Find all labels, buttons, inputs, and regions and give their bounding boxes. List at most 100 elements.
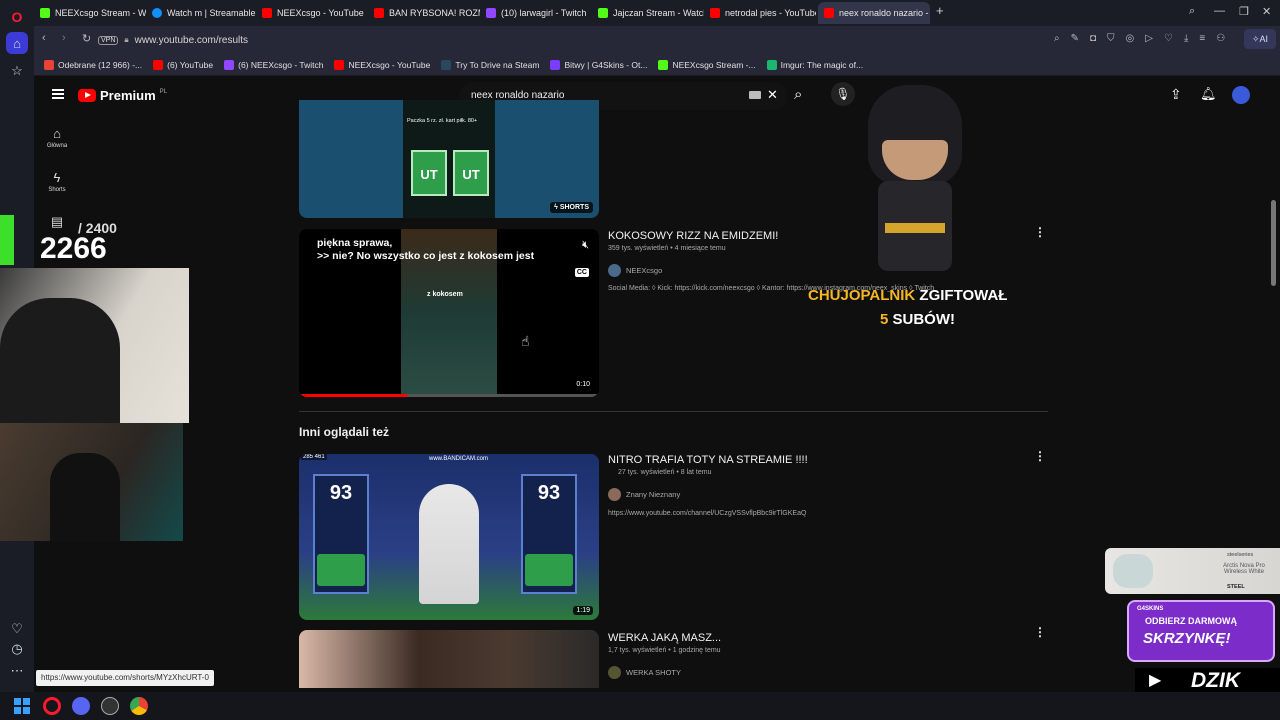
kick-icon [598, 8, 608, 18]
batman-belt [885, 223, 945, 233]
bookmark-steam[interactable]: Try To Drive na Steam [441, 59, 539, 70]
sub-goal-widget: / 2400 2266 [40, 220, 117, 265]
bookmark-kick[interactable]: NEEXcsgo Stream -... [658, 59, 756, 70]
player-figure [419, 484, 479, 604]
profile-icon[interactable]: ⚇ [1216, 33, 1225, 44]
boar-icon: ▶ [1149, 672, 1162, 689]
windows-taskbar [0, 692, 1280, 720]
minimize-icon[interactable]: — [1214, 5, 1225, 17]
bookmark-imgur[interactable]: Imgur: The magic of... [766, 59, 863, 70]
tab-1[interactable]: NEEXcsgo Stream - Watch [34, 2, 146, 24]
video2-thumbnail[interactable]: 285 461 www.BANDICAM.com 93 93 1:19 [299, 454, 599, 620]
bookmark-youtube[interactable]: (6) YouTube [153, 59, 213, 70]
hamburger-menu-icon[interactable] [52, 89, 64, 99]
shorts-thumbnail[interactable]: Paczka 5 rz. zł. kart piłk. 80+ UT UT ϟ … [299, 100, 599, 218]
tab-7[interactable]: netrodal pies - YouTube [704, 2, 816, 24]
bookmark-neex-youtube[interactable]: NEEXcsgo - YouTube [334, 59, 430, 70]
vpn-badge[interactable]: VPN [98, 35, 119, 45]
video2-title[interactable]: NITRO TRAFIA TOTY NA STREAMIE !!!! [608, 454, 808, 466]
tab-5[interactable]: (10) larwagirl - Twitch [480, 2, 592, 24]
rail-home[interactable]: ⌂ Główna [34, 126, 80, 149]
tab-8-active[interactable]: neex ronaldo nazario - Yo [818, 2, 930, 24]
headset-image [1113, 554, 1153, 588]
bookmark-twitch[interactable]: (6) NEEXcsgo - Twitch [224, 59, 323, 70]
edit-icon[interactable]: ✎ [1071, 33, 1079, 44]
captions-icon[interactable]: CC [574, 268, 589, 277]
video3-more-icon[interactable]: ⋮ [1034, 626, 1046, 638]
extension-icon[interactable]: ◎ [1126, 33, 1135, 44]
video1-channel[interactable]: NEEXcsgo [608, 264, 662, 277]
video2-meta: 27 tys. wyświetleń • 8 lat temu [618, 469, 712, 476]
windows-start-icon[interactable] [14, 698, 30, 714]
home-icon: ⌂ [53, 126, 61, 141]
webcam-bottom [0, 423, 183, 541]
reload-icon[interactable]: ↻ [82, 32, 91, 45]
ut-card-left: UT [411, 150, 447, 196]
chrome-taskbar-icon[interactable] [130, 697, 148, 715]
gift-alert: CHUJOPALNIK ZGIFTOWAŁ [808, 287, 1008, 304]
page-scrollbar-thumb[interactable] [1271, 200, 1276, 286]
imgur-icon [766, 59, 777, 70]
opera-taskbar-icon[interactable] [43, 697, 61, 715]
restore-icon[interactable]: ❐ [1239, 5, 1249, 18]
more-icon[interactable]: ⋯ [6, 660, 28, 682]
bookmark-gmail[interactable]: Odebrane (12 966) -... [44, 59, 142, 70]
rail-shorts[interactable]: ϟ Shorts [34, 170, 80, 193]
player-icon[interactable]: ▷ [1145, 33, 1153, 44]
video1-title[interactable]: KOKOSOWY RIZZ NA EMIDZEMI! [608, 230, 778, 242]
video2-channel[interactable]: Znany Nieznany [608, 488, 680, 501]
back-icon[interactable]: ‹ [42, 32, 46, 44]
hand-cursor-icon: ☝︎ [521, 333, 530, 349]
tab-6[interactable]: Jajczan Stream - Watch L [592, 2, 704, 24]
youtube-logo[interactable]: Premium PL [78, 88, 167, 103]
shield-icon[interactable]: ⛉ [1107, 33, 1115, 44]
camera-icon[interactable]: ◘ [1090, 33, 1096, 44]
search-icon[interactable]: ⌕ [1054, 33, 1060, 44]
video1-progress-track[interactable] [299, 394, 599, 397]
star-icon[interactable]: ☆ [6, 60, 28, 82]
search-button-icon[interactable]: ⌕ [794, 86, 802, 103]
video1-thumbnail[interactable]: piękna sprawa, >> nie? No wszystko co je… [299, 229, 599, 397]
app-taskbar-icon[interactable] [101, 697, 119, 715]
new-tab-icon[interactable]: + [936, 3, 944, 18]
streamer2-silhouette [50, 453, 120, 541]
video3-title[interactable]: WERKA JAKĄ MASZ... [608, 632, 721, 644]
bookmark-g4skins[interactable]: Bitwy | G4Skins - Ot... [550, 59, 647, 70]
video2-more-icon[interactable]: ⋮ [1034, 450, 1046, 462]
clear-search-icon[interactable]: ✕ [767, 87, 778, 103]
search-tabs-icon[interactable]: ⌕ [1189, 5, 1195, 18]
video1-more-icon[interactable]: ⋮ [1034, 226, 1046, 238]
batman-figure [860, 85, 970, 275]
upload-icon[interactable]: ⇪ [1170, 86, 1182, 103]
shorts-badge: ϟ SHORTS [550, 202, 593, 213]
forward-icon[interactable]: › [62, 32, 66, 44]
url-text: www.youtube.com/results [134, 34, 249, 46]
youtube-icon [262, 8, 272, 18]
tab-2[interactable]: Watch m | Streamable [146, 2, 256, 24]
brazil-flag-left [317, 554, 365, 586]
opera-logo-icon[interactable]: O [6, 6, 28, 28]
youtube-play-icon [78, 89, 96, 102]
history-icon[interactable]: ◷ [6, 638, 28, 660]
kick-icon [658, 59, 669, 70]
close-window-icon[interactable]: ✕ [1262, 5, 1271, 18]
download-icon[interactable]: ⤓ [1184, 33, 1188, 44]
keyboard-icon[interactable] [749, 91, 761, 99]
video3-thumbnail[interactable] [299, 630, 599, 688]
menu-icon[interactable]: ≡ [1199, 33, 1205, 44]
youtube-icon [710, 8, 720, 18]
home-icon[interactable]: ⌂ [6, 32, 28, 54]
twitch-icon [224, 59, 235, 70]
video3-channel[interactable]: WERKA SHOTY [608, 666, 681, 679]
notifications-bell-icon[interactable]: 🔔︎ [1200, 86, 1217, 102]
mute-icon[interactable]: 🔇︎ [582, 239, 589, 252]
voice-search-icon[interactable]: 🎙︎ [831, 82, 855, 106]
discord-taskbar-icon[interactable] [72, 697, 90, 715]
tab-3[interactable]: NEEXcsgo - YouTube [256, 2, 368, 24]
heart-icon[interactable]: ♡ [1164, 33, 1173, 44]
tab-4[interactable]: BAN RYBSONA! ROZMAW [368, 2, 480, 24]
heart-icon[interactable]: ♡ [6, 618, 28, 640]
aria-ai-button[interactable]: ✧AI [1244, 29, 1276, 49]
avatar[interactable] [1232, 86, 1250, 104]
shorts-icon: ϟ [53, 170, 61, 185]
